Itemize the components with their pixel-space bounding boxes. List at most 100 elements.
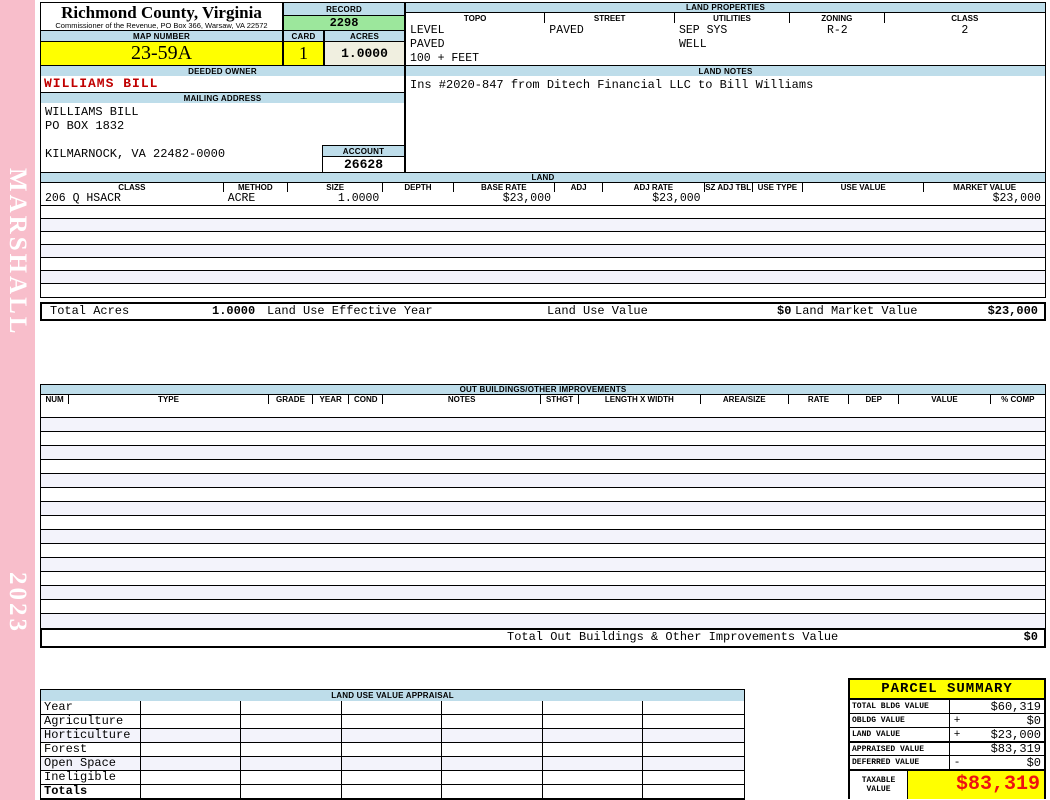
acres-value: 1.0000 [324,41,405,66]
land-properties-value [790,38,885,52]
land-cell [753,192,803,205]
land-cell [803,192,924,205]
land-use-cell [341,743,443,757]
outbuildings-empty-row [41,418,1045,432]
land-use-cell [542,771,644,785]
record-value: 2298 [283,16,405,31]
land-properties-value [545,38,675,52]
total-acres-value: 1.0000 [212,304,256,318]
card-value: 1 [283,41,324,66]
outbuildings-empty-row [41,600,1045,614]
outbuildings-empty-row [41,614,1045,628]
land-use-cell [341,729,443,743]
land-properties-value: 100 + FEET [410,52,480,65]
land-use-row: Forest [41,743,744,757]
land-use-cell [341,757,443,771]
outbuildings-column-header: STHGT [540,395,580,404]
land-use-row-label: Agriculture [41,715,141,729]
land-use-cell [140,743,242,757]
outbuildings-empty-row [41,530,1045,544]
parcel-summary-rows: TOTAL BLDG VALUE $60,319 OBLDG VALUE + $0 LAN… [850,700,1044,770]
outbuildings-column-header: DEP [849,395,900,404]
outbuildings-empty-row [41,474,1045,488]
land-column-header: METHOD [223,183,288,192]
land-use-cell [140,771,242,785]
outbuildings-empty-row [41,586,1045,600]
mailing-address-line: PO BOX 1832 [45,119,125,133]
land-properties-value: PAVED [410,38,445,51]
county-title-box: Richmond County, Virginia Commissioner o… [40,2,283,31]
land-totals-row: Total Acres 1.0000 Land Use Effective Ye… [40,302,1046,321]
land-properties-column-header: STREET [545,13,675,23]
deeded-owner-value: WILLIAMS BILL [40,76,405,93]
land-use-cell [140,729,242,743]
outbuildings-column-header: LENGTH X WIDTH [579,395,701,404]
land-use-cell [241,771,342,785]
land-properties-value: 2 [961,24,969,37]
outbuildings-column-header: YEAR [313,395,350,404]
land-market-value: $23,000 [987,304,1038,318]
land-cell [555,192,603,205]
parcel-summary-row-value: $0 [1026,713,1041,728]
land-use-row-label: Open Space [41,757,141,771]
land-use-cell [341,771,443,785]
outbuildings-column-header: AREA/SIZE [700,395,789,404]
land-use-cell [643,785,744,799]
land-empty-row [41,284,1045,297]
land-use-cell [140,701,242,715]
outbuildings-column-header: RATE [788,395,850,404]
land-properties-column-header: ZONING [790,13,885,23]
land-cell: 1.0000 [337,192,380,205]
account-label: ACCOUNT [322,145,405,157]
parcel-summary-row-op: - [953,756,961,769]
parcel-summary-row-label: APPRAISED VALUE [850,743,950,755]
outbuildings-empty-row [41,502,1045,516]
land-empty-row [41,258,1045,271]
outbuildings-empty-row [41,544,1045,558]
land-use-row: Ineligible [41,771,744,785]
land-use-cell [241,701,342,715]
land-column-header: DEPTH [383,183,454,192]
land-use-cell [442,771,543,785]
land-use-cell [241,743,342,757]
land-use-cell [643,757,744,771]
outbuildings-body [40,404,1046,628]
land-use-effective-year-label: Land Use Effective Year [267,304,433,318]
outbuildings-empty-row [41,516,1045,530]
land-use-cell [241,729,342,743]
parcel-summary-row: APPRAISED VALUE $83,319 [850,742,1044,756]
land-use-cell [643,743,744,757]
total-acres-label: Total Acres [50,304,130,318]
land-cell: $23,000 [652,192,701,205]
land-data-row: 206 Q HSACR ACRE 1.0000 $23,000 $23,000 $23,0… [41,192,1045,206]
outbuildings-empty-row [41,488,1045,502]
account-box: ACCOUNT 26628 [322,145,405,173]
land-column-header: ADJ RATE [603,183,705,192]
land-cell: $23,000 [992,192,1041,205]
land-empty-row [41,206,1045,219]
land-properties-column-header: TOPO [406,13,546,23]
outbuildings-empty-row [41,446,1045,460]
land-use-value-label: Land Use Value [547,304,648,318]
land-properties-value [885,38,1045,52]
land-empty-row [41,232,1045,245]
parcel-summary-row-label: TOTAL BLDG VALUE [850,700,950,713]
land-properties-value: PAVED [549,24,584,37]
taxable-value: $83,319 [908,771,1044,799]
account-value: 26628 [322,157,405,173]
land-properties-column-header: CLASS [884,13,1045,23]
land-use-cell [643,715,744,729]
land-use-cell [442,715,543,729]
land-use-row-label: Year [41,701,141,715]
land-use-cell [542,729,644,743]
land-use-row-label: Totals [41,785,141,799]
outbuildings-column-header: VALUE [899,395,991,404]
land-column-header: CLASS [41,183,224,192]
land-properties-value: WELL [679,38,707,51]
outbuildings-column-header: GRADE [268,395,314,404]
land-use-cell [341,701,443,715]
parcel-summary-row-op: + [953,714,961,727]
land-use-cell [442,785,543,799]
land-use-cell [241,715,342,729]
land-column-header: USE VALUE [802,183,925,192]
